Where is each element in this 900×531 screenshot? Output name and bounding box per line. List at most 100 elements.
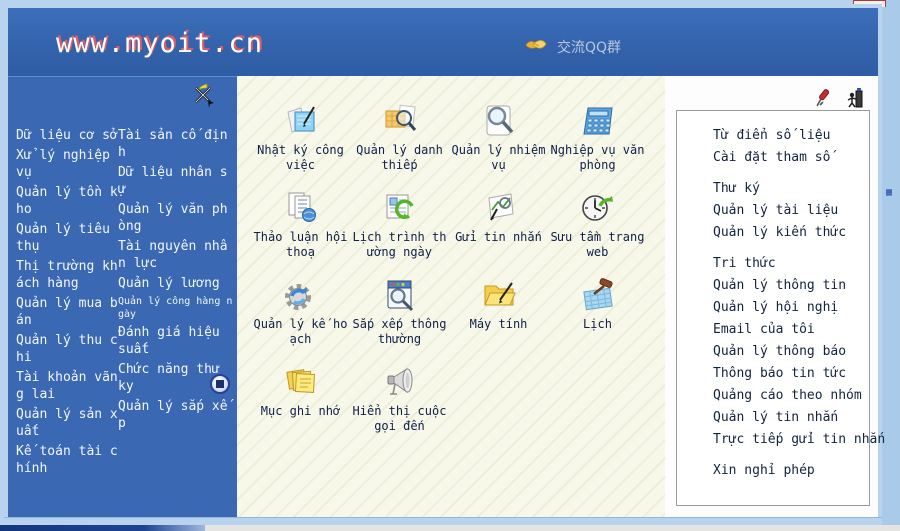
desktop-item-send-message[interactable]: Gửi tin nhắn [449, 189, 548, 276]
desktop-item-tasks[interactable]: Quản lý nhiệm vụ [449, 102, 548, 189]
qq-group-link[interactable]: 交流QQ群 [524, 36, 621, 57]
sidebar-item-quan-ly-sap-xep[interactable]: Quản lý sắp xếp [118, 398, 234, 432]
menu-item-tri-thuc[interactable]: Tri thức [713, 253, 869, 275]
right-pane: Từ điển số liệu Cài đặt tham số Thư ký Q… [665, 76, 885, 517]
menu-item-xin-nghi-phep[interactable]: Xin nghỉ phép [713, 460, 869, 482]
sidebar-item-du-lieu-nhan-su[interactable]: Dữ liệu nhân sự [118, 164, 234, 198]
menu-item-quan-ly-thong-bao[interactable]: Quản lý thông báo [713, 341, 869, 363]
sidebar-item-quan-ly-van-phong[interactable]: Quản lý văn phòng [118, 201, 234, 235]
sidebar-item-xu-ly-nghiep-vu[interactable]: Xử lý nghiệp vụ [16, 147, 118, 181]
desktop-item-calendar[interactable]: Lịch [548, 276, 647, 363]
sidebar-item-quan-ly-thu-chi[interactable]: Quản lý thu chi [16, 332, 118, 366]
site-title: www.myoit.cn [56, 28, 264, 59]
desktop-item-label: Hiển thị cuộc gọi đến [352, 404, 447, 433]
main-window: www.myoit.cn 交流QQ群 Dữ liệu cơ sở Xử lý n… [4, 4, 885, 526]
menu-item-truc-tiep-gui-tin-nhan[interactable]: Trực tiếp gửi tin nhắn [713, 429, 885, 451]
toolbar [815, 88, 864, 108]
menu-item-quan-ly-thong-tin[interactable]: Quản lý thông tin [713, 275, 869, 297]
screen: ▦ www.myoit.cn 交流QQ群 Dữ liệu cơ sở Xử lý… [0, 0, 900, 531]
menu-item-quan-ly-kien-thuc[interactable]: Quản lý kiến thức [713, 222, 869, 244]
background-window-strip [882, 0, 900, 531]
sidebar-item-tai-khoan-vang-lai[interactable]: Tài khoản vãng lai [16, 369, 118, 403]
plan-gear-icon [281, 276, 321, 314]
logout-door-icon[interactable] [846, 88, 864, 108]
sidebar-item-ke-toan-tai-chinh[interactable]: Kế toán tài chính [16, 443, 118, 477]
repair-tool-icon[interactable] [815, 88, 833, 108]
desktop-item-label: Máy tính [469, 317, 528, 331]
desktop-item-label: Mục ghi nhớ [260, 404, 341, 418]
desktop-item-plan[interactable]: Quản lý kế hoạch [251, 276, 350, 363]
menu-item-tu-dien-so-lieu[interactable]: Từ điển số liệu [713, 125, 869, 147]
desktop-item-office-calc[interactable]: Nghiệp vụ văn phòng [548, 102, 647, 189]
desktop-item-label: Quản lý danh thiếp [356, 143, 443, 172]
sidebar-item-quan-ly-luong[interactable]: Quản lý lương [118, 275, 234, 292]
calendar-gavel-icon [578, 276, 618, 314]
right-menu-group-settings: Từ điển số liệu Cài đặt tham số [713, 125, 869, 169]
daily-schedule-icon [380, 189, 420, 227]
menu-item-quan-ly-tin-nhan[interactable]: Quản lý tin nhắn [713, 407, 869, 429]
sidebar-item-du-lieu-co-so[interactable]: Dữ liệu cơ sở [16, 127, 118, 144]
menu-item-quan-ly-hoi-nghi[interactable]: Quản lý hội nghị [713, 297, 869, 319]
desktop-item-label: Sưu tầm trang web [550, 230, 645, 259]
sidebar-column-1: Dữ liệu cơ sở Xử lý nghiệp vụ Quản lý tồ… [16, 127, 118, 477]
task-search-icon [479, 102, 519, 140]
right-menu-group-secretary: Thư ký Quản lý tài liệu Quản lý kiến thứ… [713, 178, 869, 244]
menu-item-quan-ly-tai-lieu[interactable]: Quản lý tài liệu [713, 200, 869, 222]
sidebar-item-quan-ly-cong-hang-ngay[interactable]: Quản lý công hàng ngày [118, 295, 234, 321]
menu-item-email-cua-toi[interactable]: Email của tôi [713, 319, 869, 341]
desktop-item-label: Sắp xếp thông thường [352, 317, 447, 346]
sidebar: Dữ liệu cơ sở Xử lý nghiệp vụ Quản lý tồ… [8, 76, 237, 518]
taskbar-left-segment [0, 525, 205, 531]
calculator-icon [578, 102, 618, 140]
desktop-item-label: Nghiệp vụ văn phòng [550, 143, 645, 172]
background-window-icon: ▦ [886, 187, 893, 198]
desktop-item-sort[interactable]: Sắp xếp thông thường [350, 276, 449, 363]
desktop-item-work-diary[interactable]: Nhật ký công việc [251, 102, 350, 189]
sidebar-item-quan-ly-mua-ban[interactable]: Quản lý mua bán [16, 295, 118, 329]
sidebar-item-quan-ly-san-xuat[interactable]: Quản lý sản xuất [16, 406, 118, 440]
desktop-item-business-cards[interactable]: Quản lý danh thiếp [350, 102, 449, 189]
stop-square-glyph [216, 380, 224, 388]
sidebar-item-quan-ly-tieu-thu[interactable]: Quản lý tiêu thụ [16, 221, 118, 255]
folder-pen-icon [479, 276, 519, 314]
desktop-item-label: Gửi tin nhắn [455, 230, 542, 244]
desktop-icon-grid: Nhật ký công việc Quản lý danh thiếp Quả… [251, 102, 653, 450]
desktop-item-label: Thảo luận hội thoạ [253, 230, 348, 259]
desktop-item-incoming-call[interactable]: Hiển thị cuộc gọi đến [350, 363, 449, 450]
sidebar-item-quan-ly-ton-kho[interactable]: Quản lý tồn kho [16, 184, 118, 218]
sidebar-item-danh-gia-hieu-suat[interactable]: Đánh giá hiệu suất [118, 324, 234, 358]
desktop-item-schedule[interactable]: Lịch trình thường ngày [350, 189, 449, 276]
window-search-icon [380, 276, 420, 314]
desktop-item-discussion[interactable]: Thảo luận hội thoạ [251, 189, 350, 276]
desktop-item-web-collect[interactable]: Sưu tầm trang web [548, 189, 647, 276]
taskbar [0, 525, 900, 531]
window-header: www.myoit.cn 交流QQ群 [8, 8, 878, 76]
desktop-item-computer[interactable]: Máy tính [449, 276, 548, 363]
desktop-area: Nhật ký công việc Quản lý danh thiếp Quả… [237, 76, 665, 517]
desktop-item-label: Quản lý kế hoạch [253, 317, 348, 346]
send-message-chart-icon [479, 189, 519, 227]
handshake-icon [524, 36, 548, 57]
sidebar-item-thi-truong-khach-hang[interactable]: Thị trường khách hàng [16, 258, 118, 292]
right-menu: Từ điển số liệu Cài đặt tham số Thư ký Q… [676, 110, 885, 506]
memo-notes-icon [281, 363, 321, 401]
menu-item-cai-dat-tham-so[interactable]: Cài đặt tham số [713, 147, 869, 169]
menu-item-thu-ky[interactable]: Thư ký [713, 178, 869, 200]
desktop-item-label: Lịch [583, 317, 612, 331]
web-collect-clock-icon [578, 189, 618, 227]
sidebar-item-tai-san-co-dinh[interactable]: Tài sản cố định [118, 127, 234, 161]
desktop-item-label: Nhật ký công việc [257, 143, 344, 172]
work-diary-icon [281, 102, 321, 140]
right-menu-group-leave: Xin nghỉ phép [713, 460, 869, 482]
business-card-search-icon [380, 102, 420, 140]
desktop-item-memo[interactable]: Mục ghi nhớ [251, 363, 350, 450]
discussion-docs-icon [281, 189, 321, 227]
megaphone-icon [380, 363, 420, 401]
desktop-item-label: Quản lý nhiệm vụ [451, 143, 546, 172]
window-body: Dữ liệu cơ sở Xử lý nghiệp vụ Quản lý tồ… [8, 76, 885, 518]
menu-item-quang-cao-theo-nhom[interactable]: Quảng cáo theo nhóm [713, 385, 869, 407]
round-stop-button[interactable] [210, 374, 230, 394]
sidebar-item-tai-nguyen-nhan-luc[interactable]: Tài nguyên nhân lực [118, 238, 234, 272]
desktop-item-label: Lịch trình thường ngày [352, 230, 447, 259]
menu-item-thong-bao-tin-tuc[interactable]: Thông báo tin tức [713, 363, 869, 385]
